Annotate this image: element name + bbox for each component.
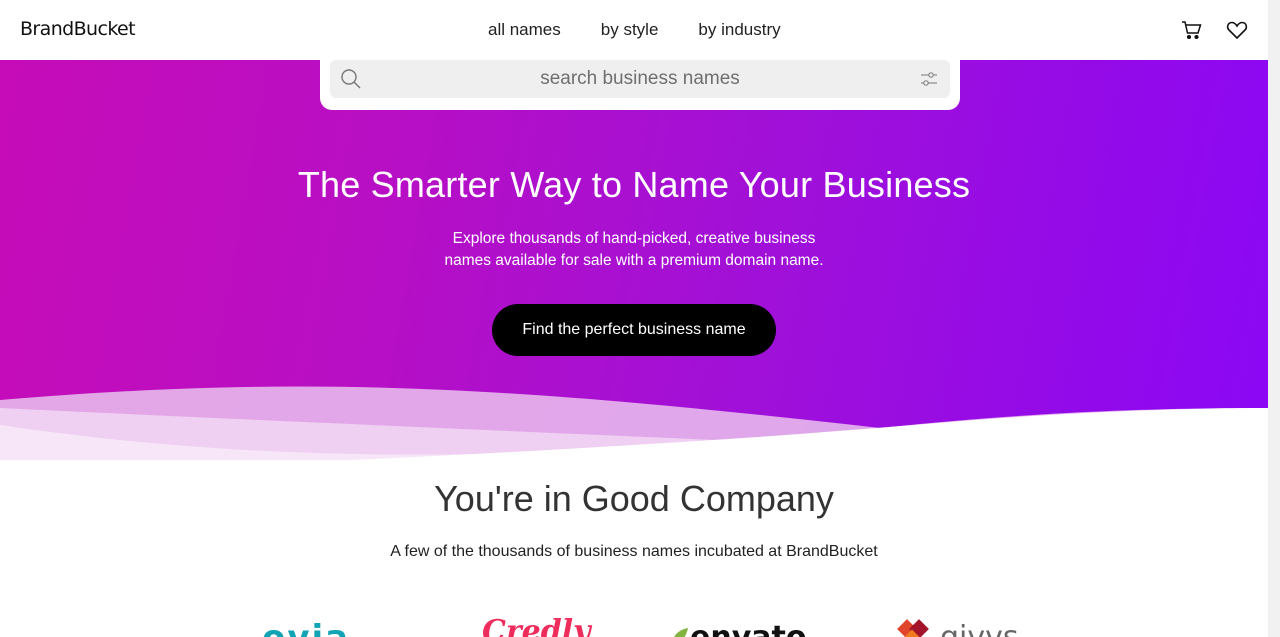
cart-icon[interactable] (1181, 20, 1203, 40)
nav-all-names[interactable]: all names (488, 20, 561, 40)
section-title: You're in Good Company (434, 478, 834, 519)
filter-icon[interactable] (920, 70, 938, 88)
hero-subtitle: Explore thousands of hand-picked, creati… (0, 228, 1268, 272)
scrollbar-track[interactable] (1268, 0, 1280, 637)
logo-ovia: ovia (262, 618, 350, 637)
nav-by-industry[interactable]: by industry (698, 20, 780, 40)
nav-by-style[interactable]: by style (601, 20, 659, 40)
logo-givvs: givvs (940, 620, 1019, 637)
logo-envato: envato (690, 620, 806, 637)
hero-subtitle-line: names available for sale with a premium … (444, 252, 824, 269)
hero-wave-divider (0, 386, 1268, 460)
search-icon (341, 69, 361, 89)
find-name-button[interactable]: Find the perfect business name (492, 304, 776, 356)
hero-subtitle-line: Explore thousands of hand-picked, creati… (452, 230, 816, 247)
site-header: BrandBucket all names by style by indust… (0, 0, 1268, 60)
search-input[interactable] (370, 60, 910, 98)
hero-section: The Smarter Way to Name Your Business Ex… (0, 60, 1268, 460)
logo-credly: Credly (482, 614, 591, 637)
main-nav: all names by style by industry (488, 20, 781, 40)
envato-leaf-icon (674, 628, 688, 637)
brand-logo[interactable]: BrandBucket (20, 18, 136, 40)
section-subtitle: A few of the thousands of business names… (390, 543, 878, 560)
heart-icon[interactable] (1226, 20, 1248, 40)
hero-title: The Smarter Way to Name Your Business (297, 164, 971, 205)
client-logos: ovia Credly envato givvs (0, 608, 1268, 637)
givvs-mark-icon (897, 619, 929, 637)
